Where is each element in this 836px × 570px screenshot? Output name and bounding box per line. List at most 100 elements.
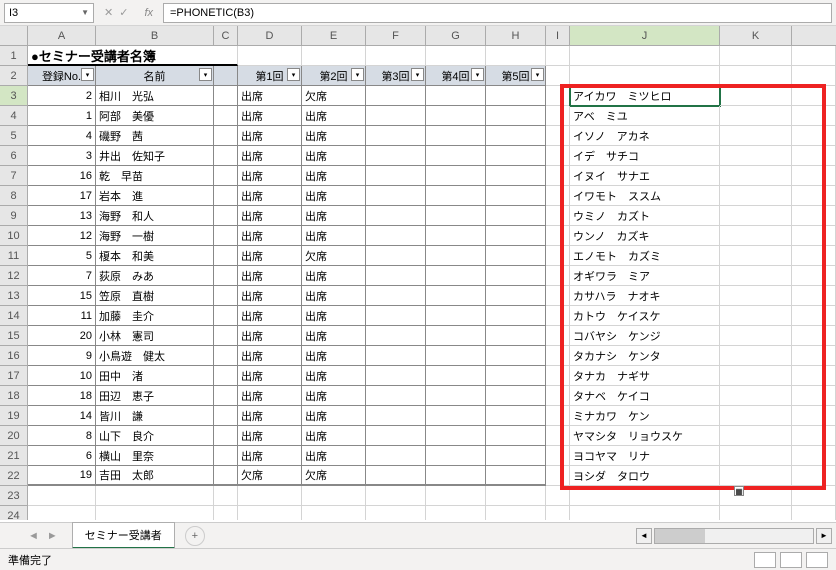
empty-cell[interactable] bbox=[792, 406, 836, 426]
empty-cell[interactable] bbox=[546, 146, 570, 166]
empty-cell[interactable] bbox=[546, 466, 570, 486]
empty-cell[interactable] bbox=[792, 66, 836, 86]
cell-r1[interactable]: 出席 bbox=[238, 226, 302, 246]
cell-r3[interactable] bbox=[366, 286, 426, 306]
cell-r2[interactable]: 出席 bbox=[302, 366, 366, 386]
cell-regno[interactable]: 18 bbox=[28, 386, 96, 406]
cell-regno[interactable]: 2 bbox=[28, 86, 96, 106]
cell-r4[interactable] bbox=[426, 446, 486, 466]
col-header-K[interactable]: K bbox=[720, 26, 792, 45]
cell-phonetic[interactable]: ウンノ カズキ bbox=[570, 226, 720, 246]
col-header-H[interactable]: H bbox=[486, 26, 546, 45]
empty-cell[interactable] bbox=[96, 486, 214, 506]
col-header-C[interactable]: C bbox=[214, 26, 238, 45]
cell-regno[interactable]: 14 bbox=[28, 406, 96, 426]
cell-r2[interactable]: 出席 bbox=[302, 346, 366, 366]
empty-cell[interactable] bbox=[720, 126, 792, 146]
cell-name[interactable]: 磯野 茜 bbox=[96, 126, 214, 146]
empty-cell[interactable] bbox=[302, 506, 366, 520]
cell-r1[interactable]: 出席 bbox=[238, 166, 302, 186]
filter-dropdown-icon[interactable]: ▾ bbox=[351, 68, 364, 81]
scroll-track[interactable] bbox=[654, 528, 814, 544]
cell-blank[interactable] bbox=[214, 246, 238, 266]
cell-name[interactable]: 田辺 恵子 bbox=[96, 386, 214, 406]
cell-r1[interactable]: 出席 bbox=[238, 386, 302, 406]
cell-regno[interactable]: 12 bbox=[28, 226, 96, 246]
cell-phonetic[interactable]: エノモト カズミ bbox=[570, 246, 720, 266]
row-header-23[interactable]: 23 bbox=[0, 486, 27, 506]
empty-cell[interactable] bbox=[238, 46, 302, 66]
cell-r3[interactable] bbox=[366, 146, 426, 166]
cell-r1[interactable]: 出席 bbox=[238, 86, 302, 106]
cell-r3[interactable] bbox=[366, 466, 426, 486]
cell-r3[interactable] bbox=[366, 246, 426, 266]
cell-regno[interactable]: 17 bbox=[28, 186, 96, 206]
empty-cell[interactable] bbox=[792, 346, 836, 366]
cell-blank[interactable] bbox=[214, 306, 238, 326]
cell-phonetic[interactable]: アイカワ ミツヒロ bbox=[570, 86, 720, 106]
empty-cell[interactable] bbox=[720, 506, 792, 520]
cell-r3[interactable] bbox=[366, 206, 426, 226]
cell-name[interactable]: 荻原 みあ bbox=[96, 266, 214, 286]
empty-cell[interactable] bbox=[546, 226, 570, 246]
cell-r2[interactable]: 出席 bbox=[302, 146, 366, 166]
fill-handle-icon[interactable]: ▦ bbox=[734, 486, 744, 496]
empty-cell[interactable] bbox=[720, 286, 792, 306]
cell-r2[interactable]: 出席 bbox=[302, 286, 366, 306]
cell-regno[interactable]: 11 bbox=[28, 306, 96, 326]
cell-r5[interactable] bbox=[486, 86, 546, 106]
cell-r3[interactable] bbox=[366, 86, 426, 106]
empty-cell[interactable] bbox=[546, 506, 570, 520]
cell-r4[interactable] bbox=[426, 346, 486, 366]
empty-cell[interactable] bbox=[792, 506, 836, 520]
empty-cell[interactable] bbox=[546, 386, 570, 406]
cell-phonetic[interactable]: イヌイ サナエ bbox=[570, 166, 720, 186]
cancel-icon[interactable]: ✕ bbox=[104, 6, 113, 19]
filter-dropdown-icon[interactable]: ▾ bbox=[471, 68, 484, 81]
table-header[interactable]: 第2回▾ bbox=[302, 66, 366, 86]
cell-r5[interactable] bbox=[486, 286, 546, 306]
empty-cell[interactable] bbox=[720, 186, 792, 206]
empty-cell[interactable] bbox=[546, 106, 570, 126]
empty-cell[interactable] bbox=[720, 206, 792, 226]
cell-r4[interactable] bbox=[426, 166, 486, 186]
fx-icon[interactable]: fx bbox=[138, 7, 159, 19]
empty-cell[interactable] bbox=[238, 506, 302, 520]
cell-blank[interactable] bbox=[214, 286, 238, 306]
empty-cell[interactable] bbox=[720, 326, 792, 346]
cell-r5[interactable] bbox=[486, 366, 546, 386]
row-header-19[interactable]: 19 bbox=[0, 406, 27, 426]
cell-r5[interactable] bbox=[486, 466, 546, 486]
empty-cell[interactable] bbox=[546, 366, 570, 386]
empty-cell[interactable] bbox=[792, 246, 836, 266]
empty-cell[interactable] bbox=[546, 246, 570, 266]
cell-name[interactable]: 阿部 美優 bbox=[96, 106, 214, 126]
cell-r2[interactable]: 出席 bbox=[302, 166, 366, 186]
filter-dropdown-icon[interactable]: ▾ bbox=[531, 68, 544, 81]
cell-r4[interactable] bbox=[426, 146, 486, 166]
filter-dropdown-icon[interactable]: ▾ bbox=[81, 68, 94, 81]
cell-r5[interactable] bbox=[486, 126, 546, 146]
cell-r2[interactable]: 出席 bbox=[302, 446, 366, 466]
empty-cell[interactable] bbox=[214, 506, 238, 520]
empty-cell[interactable] bbox=[720, 446, 792, 466]
cell-phonetic[interactable]: カサハラ ナオキ bbox=[570, 286, 720, 306]
col-header-J[interactable]: J bbox=[570, 26, 720, 45]
cell-blank[interactable] bbox=[214, 86, 238, 106]
page-layout-view-icon[interactable] bbox=[780, 552, 802, 568]
cell-r3[interactable] bbox=[366, 166, 426, 186]
cell-r3[interactable] bbox=[366, 306, 426, 326]
table-header[interactable]: 第4回▾ bbox=[426, 66, 486, 86]
cell-r1[interactable]: 出席 bbox=[238, 266, 302, 286]
cell-r2[interactable]: 出席 bbox=[302, 106, 366, 126]
cell-name[interactable]: 相川 光弘 bbox=[96, 86, 214, 106]
cell-r1[interactable]: 出席 bbox=[238, 346, 302, 366]
cell-regno[interactable]: 3 bbox=[28, 146, 96, 166]
cell-r5[interactable] bbox=[486, 226, 546, 246]
cell-r1[interactable]: 出席 bbox=[238, 426, 302, 446]
empty-cell[interactable] bbox=[792, 86, 836, 106]
empty-cell[interactable] bbox=[546, 446, 570, 466]
empty-cell[interactable] bbox=[96, 506, 214, 520]
cell-blank[interactable] bbox=[214, 346, 238, 366]
cell-r5[interactable] bbox=[486, 166, 546, 186]
